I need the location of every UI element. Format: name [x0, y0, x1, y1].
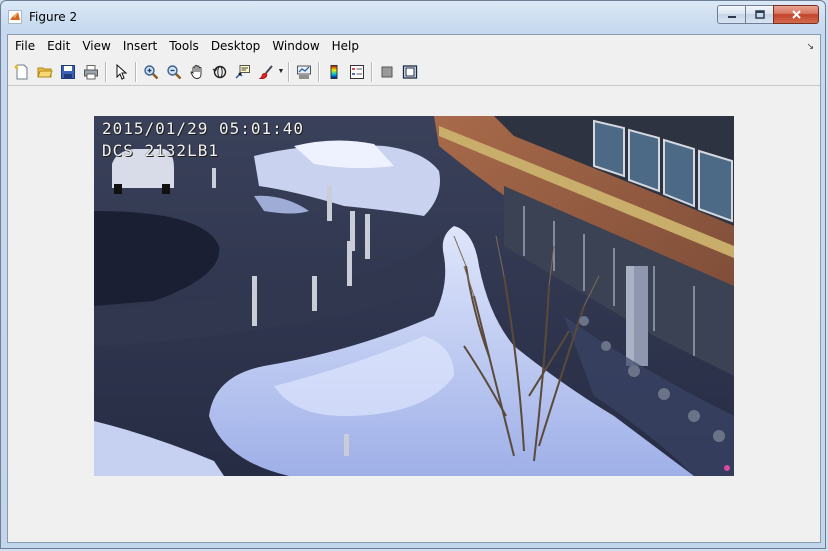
- maximize-button[interactable]: [745, 5, 773, 24]
- menu-bar: File Edit View Insert Tools Desktop Wind…: [8, 35, 820, 58]
- save-button[interactable]: [56, 61, 79, 83]
- rotate-3d-button[interactable]: [208, 61, 231, 83]
- menu-window[interactable]: Window: [266, 35, 325, 58]
- colorbar-button[interactable]: [322, 61, 345, 83]
- show-plot-tools-button[interactable]: [398, 61, 421, 83]
- dock-arrow-icon[interactable]: ↘: [806, 41, 814, 52]
- close-icon: [791, 10, 801, 19]
- print-button[interactable]: [79, 61, 102, 83]
- zoom-in-icon: [143, 64, 158, 79]
- menu-desktop[interactable]: Desktop: [205, 35, 267, 58]
- new-figure-button[interactable]: [10, 61, 33, 83]
- toolbar-separator: [105, 61, 106, 82]
- matlab-icon[interactable]: [8, 10, 22, 24]
- close-button[interactable]: [773, 5, 819, 24]
- legend-button[interactable]: [345, 61, 368, 83]
- menu-edit[interactable]: Edit: [41, 35, 76, 58]
- brush-button[interactable]: [254, 61, 277, 83]
- link-plot-button[interactable]: [292, 61, 315, 83]
- pan-hand-icon: [190, 64, 201, 79]
- window-title: Figure 2: [29, 10, 78, 24]
- toolbar-separator: [371, 61, 372, 82]
- title-bar[interactable]: Figure 2: [1, 1, 825, 31]
- brush-icon: [257, 64, 273, 79]
- new-figure-icon: [14, 64, 27, 79]
- pan-button[interactable]: [185, 61, 208, 83]
- caption-buttons: [717, 5, 819, 25]
- menu-file[interactable]: File: [8, 35, 41, 58]
- menu-help[interactable]: Help: [326, 35, 365, 58]
- zoom-in-button[interactable]: [139, 61, 162, 83]
- toolbar-separator: [288, 61, 289, 82]
- minimize-icon: [727, 15, 736, 18]
- security-camera-image: [94, 116, 734, 476]
- figure-client-area: File Edit View Insert Tools Desktop Wind…: [7, 34, 821, 543]
- open-file-button[interactable]: [33, 61, 56, 83]
- data-cursor-icon: [235, 64, 250, 78]
- menu-view[interactable]: View: [76, 35, 116, 58]
- figure-toolbar: ▼: [8, 58, 820, 86]
- save-icon: [60, 64, 75, 79]
- zoom-out-button[interactable]: [162, 61, 185, 83]
- link-plot-icon: [296, 65, 311, 79]
- show-plot-tools-icon: [402, 64, 417, 79]
- image-axes[interactable]: 2015/01/29 05:01:40 DCS 2132LB1: [94, 116, 734, 476]
- figure-canvas[interactable]: 2015/01/29 05:01:40 DCS 2132LB1: [8, 87, 820, 542]
- colorbar-icon: [330, 64, 337, 79]
- hide-plot-tools-button[interactable]: [375, 61, 398, 83]
- menu-tools[interactable]: Tools: [163, 35, 205, 58]
- minimize-button[interactable]: [717, 5, 745, 24]
- toolbar-separator: [318, 61, 319, 82]
- open-file-icon: [36, 67, 53, 77]
- print-icon: [83, 64, 98, 79]
- zoom-out-icon: [166, 64, 181, 79]
- maximize-icon: [754, 9, 765, 19]
- image-timestamp: 2015/01/29 05:01:40: [102, 119, 305, 138]
- data-cursor-button[interactable]: [231, 61, 254, 83]
- rotate-3d-icon: [212, 65, 226, 78]
- toolbar-separator: [135, 61, 136, 82]
- edit-plot-arrow-icon: [116, 63, 127, 80]
- hide-plot-tools-icon: [381, 66, 392, 77]
- brush-dropdown-arrow-icon[interactable]: ▼: [277, 61, 285, 83]
- edit-plot-button[interactable]: [109, 61, 132, 83]
- menu-insert[interactable]: Insert: [117, 35, 163, 58]
- figure-window: Figure 2 File Edit View Insert Tools Des…: [0, 0, 826, 549]
- image-camera-id: DCS 2132LB1: [102, 141, 219, 160]
- legend-icon: [349, 64, 364, 79]
